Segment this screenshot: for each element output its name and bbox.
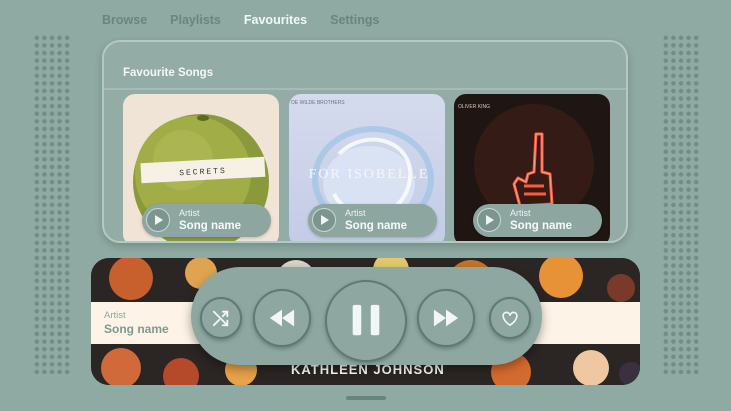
tab-settings[interactable]: Settings bbox=[330, 13, 379, 27]
panel-divider bbox=[104, 88, 626, 90]
player-artist: Artist bbox=[104, 310, 126, 321]
fast-forward-icon bbox=[433, 309, 459, 327]
rewind-icon bbox=[269, 309, 295, 327]
player-song-name: Song name bbox=[104, 322, 169, 336]
card-artist: Artist bbox=[345, 208, 366, 218]
card-artist: Artist bbox=[179, 208, 200, 218]
tab-browse[interactable]: Browse bbox=[102, 13, 147, 27]
card-song-name: Song name bbox=[179, 220, 241, 232]
card-art-text: FOR ISOBELLE bbox=[309, 167, 430, 182]
card-art-top-text: OE WILDE BROTHERS bbox=[291, 100, 345, 106]
favourite-button[interactable] bbox=[489, 297, 531, 339]
home-indicator[interactable] bbox=[346, 396, 386, 400]
playback-controls bbox=[191, 267, 542, 365]
decorative-dot-grid-right bbox=[662, 34, 700, 374]
tab-favourites[interactable]: Favourites bbox=[244, 13, 307, 27]
play-icon[interactable] bbox=[477, 208, 501, 232]
shuffle-button[interactable] bbox=[200, 297, 242, 339]
song-info-pill: Artist Song name bbox=[473, 204, 602, 237]
decorative-dot-grid-left bbox=[33, 34, 71, 374]
song-card[interactable]: OLIVER KING Artist Song name bbox=[454, 94, 610, 241]
card-artist: Artist bbox=[510, 208, 531, 218]
fast-forward-button[interactable] bbox=[417, 289, 475, 347]
tab-playlists[interactable]: Playlists bbox=[170, 13, 221, 27]
card-song-name: Song name bbox=[345, 220, 407, 232]
song-card[interactable]: OE WILDE BROTHERS FOR ISOBELLE Artist So… bbox=[289, 94, 445, 241]
heart-icon bbox=[502, 311, 518, 327]
card-art-top-text: OLIVER KING bbox=[458, 104, 490, 110]
card-song-name: Song name bbox=[510, 220, 572, 232]
song-card[interactable]: SECRETS Artist Song name bbox=[123, 94, 279, 241]
shuffle-icon bbox=[212, 310, 229, 327]
song-info-pill: Artist Song name bbox=[142, 204, 271, 237]
song-info-pill: Artist Song name bbox=[308, 204, 437, 237]
rewind-button[interactable] bbox=[253, 289, 311, 347]
pause-button[interactable] bbox=[325, 280, 407, 362]
play-icon[interactable] bbox=[146, 208, 170, 232]
play-icon[interactable] bbox=[312, 208, 336, 232]
top-navigation: Browse Playlists Favourites Settings bbox=[102, 13, 379, 27]
pause-icon bbox=[352, 304, 380, 336]
panel-title: Favourite Songs bbox=[123, 67, 214, 79]
favourite-songs-panel: Favourite Songs SECRETS Artist Song name bbox=[102, 40, 628, 243]
